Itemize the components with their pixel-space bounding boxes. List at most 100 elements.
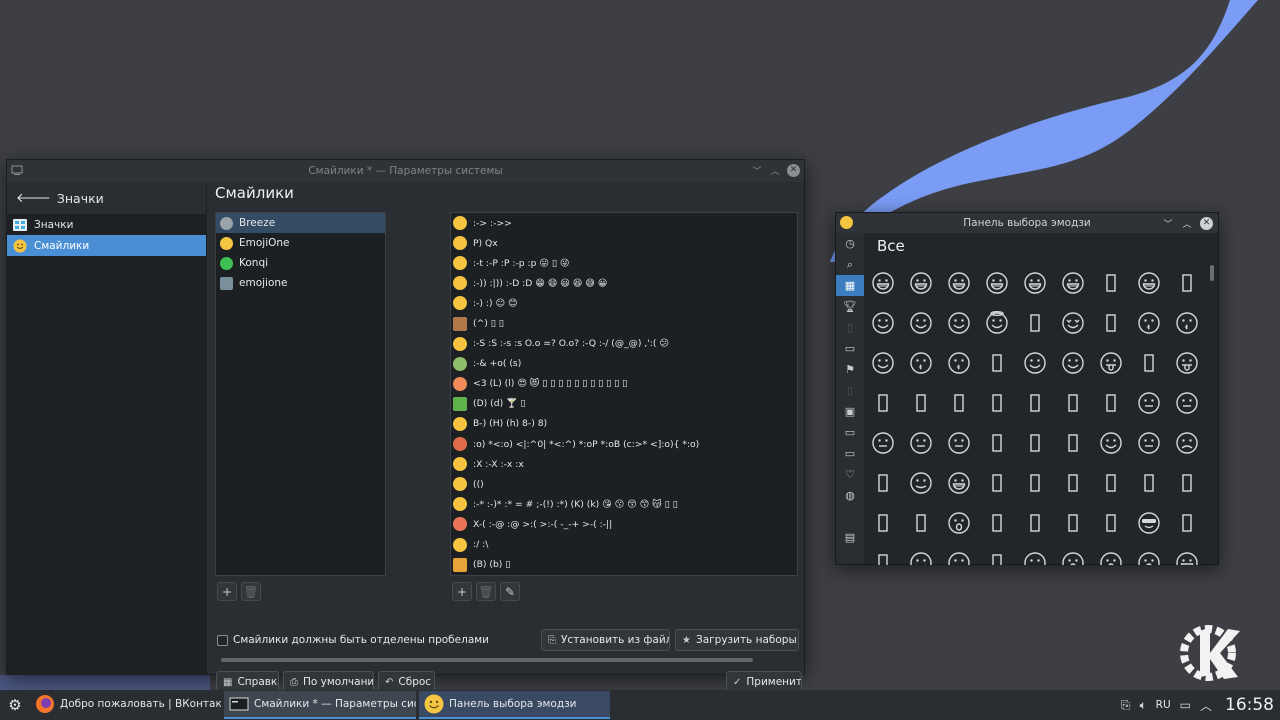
remove-theme-button[interactable]: 🗑 [241, 582, 261, 601]
emoji-cell[interactable] [940, 263, 978, 303]
emoticon-row[interactable]: P) Qx [451, 233, 797, 253]
download-themes-button[interactable]: ★ Загрузить наборы смайликов [675, 629, 799, 651]
emoticon-row[interactable]: :-> :->> [451, 213, 797, 233]
document-icon[interactable]: ▯ [836, 317, 864, 338]
emoji-cell[interactable] [1168, 463, 1206, 503]
folder-icon[interactable]: ▭ [836, 422, 864, 443]
emoji-cell[interactable] [1054, 383, 1092, 423]
emoji-scrollbar[interactable] [1210, 265, 1214, 281]
maximize-button[interactable]: ︿ [769, 163, 781, 177]
emoji-cell[interactable] [940, 423, 978, 463]
emoji-cell[interactable] [1092, 383, 1130, 423]
emoji-cell[interactable] [1130, 423, 1168, 463]
heart-icon[interactable]: ♡ [836, 464, 864, 485]
emoji-cell[interactable] [902, 303, 940, 343]
folder-icon[interactable]: ▭ [836, 443, 864, 464]
close-button[interactable]: ✕ [1200, 216, 1213, 230]
document-icon[interactable]: ▯ [836, 380, 864, 401]
emoji-cell[interactable] [1016, 543, 1054, 565]
emoticon-row[interactable]: B-) (H) (h) 8-) 8) [451, 414, 797, 434]
volume-icon[interactable]: 🔈︎ [1139, 698, 1146, 713]
emoji-cell[interactable] [978, 503, 1016, 543]
grid-icon[interactable]: ▣ [836, 401, 864, 422]
emoticon-row[interactable]: (() [451, 474, 797, 494]
theme-item-emojione-lower[interactable]: emojione [216, 273, 385, 293]
emoji-cell[interactable] [864, 343, 902, 383]
task-settings[interactable]: Смайлики * — Параметры системы [224, 691, 416, 719]
emoji-cell[interactable] [1092, 463, 1130, 503]
emoji-cell[interactable] [1054, 263, 1092, 303]
emoji-cell[interactable] [978, 423, 1016, 463]
trophy-icon[interactable]: 🏆︎ [836, 296, 864, 317]
emoticon-row[interactable]: :-& +o( (s) [451, 354, 797, 374]
maximize-button[interactable]: ︿ [1181, 216, 1193, 230]
themes-list[interactable]: Breeze EmojiOne Konqi emojione [215, 212, 386, 576]
sidebar-item-emoticons[interactable]: Смайлики [7, 235, 206, 256]
emoji-cell[interactable] [1130, 263, 1168, 303]
emoticon-row[interactable]: X-( :-@ :@ >:( >:-( -_-+ >-( :-|| [451, 514, 797, 534]
theme-item-emojione[interactable]: EmojiOne [216, 233, 385, 253]
emoji-cell[interactable] [940, 383, 978, 423]
emoji-cell[interactable] [1168, 303, 1206, 343]
emoji-cell[interactable] [902, 343, 940, 383]
emoticon-row[interactable]: (B) (b) ▯ [451, 555, 797, 575]
minimize-button[interactable]: ﹀ [1162, 216, 1174, 230]
emoji-cell[interactable] [1016, 263, 1054, 303]
emoticon-row[interactable]: (^) ▯ ▯ [451, 313, 797, 333]
emoji-cell[interactable] [1016, 383, 1054, 423]
emoji-cell[interactable] [1092, 303, 1130, 343]
emoji-cell[interactable] [1168, 343, 1206, 383]
emoji-cell[interactable] [1092, 343, 1130, 383]
app-launcher-icon[interactable]: ⚙ [0, 690, 30, 720]
search-icon[interactable]: ⌕ [836, 254, 864, 275]
emoji-cell[interactable] [1168, 263, 1206, 303]
emoji-cell[interactable] [864, 423, 902, 463]
horizontal-scrollbar[interactable] [221, 658, 753, 662]
emoji-cell[interactable] [1168, 383, 1206, 423]
emoji-cell[interactable] [978, 383, 1016, 423]
edit-emoticon-button[interactable]: ✎ [500, 582, 520, 601]
emoji-cell[interactable] [1016, 503, 1054, 543]
task-emoji-picker[interactable]: Панель выбора эмодзи [419, 691, 610, 719]
emoticons-list[interactable]: :-> :->> P) Qx :-t :-P :P :-p :p 😛 ▯ 😜 :… [450, 212, 798, 576]
emoticon-row[interactable]: :o) *<:o) <|:^0| *<:^) *:oP *:oB (c:>* <… [451, 434, 797, 454]
tray-expand-icon[interactable]: ︿ [1200, 697, 1212, 714]
spaces-checkbox[interactable] [217, 634, 228, 646]
spaces-checkbox-row[interactable]: Смайлики должны быть отделены пробелами [217, 634, 489, 646]
emoji-cell[interactable] [1016, 463, 1054, 503]
emoticon-row[interactable]: (D) (d) 🍸 ▯ [451, 394, 797, 414]
emoji-cell[interactable] [902, 543, 940, 565]
flag-icon[interactable]: ⚑ [836, 359, 864, 380]
emoji-cell[interactable] [864, 303, 902, 343]
emoji-cell[interactable] [902, 503, 940, 543]
emoji-cell[interactable] [1168, 423, 1206, 463]
emoticon-row[interactable]: :-t :-P :P :-p :p 😛 ▯ 😜 [451, 253, 797, 273]
all-icon[interactable]: ▦ [836, 275, 864, 296]
emoji-cell[interactable] [864, 383, 902, 423]
clock[interactable]: 16:58 [1225, 695, 1274, 715]
add-theme-button[interactable]: + [217, 582, 237, 601]
emoticon-row[interactable]: :/ :\ [451, 535, 797, 555]
emoji-cell[interactable] [1054, 423, 1092, 463]
emoji-cell[interactable] [902, 423, 940, 463]
emoji-cell[interactable] [1054, 303, 1092, 343]
emoji-cell[interactable] [940, 343, 978, 383]
emoji-cell[interactable] [864, 263, 902, 303]
emoji-cell[interactable] [1168, 543, 1206, 565]
settings-titlebar[interactable]: Смайлики * — Параметры системы ﹀ ︿ ✕ [7, 160, 804, 182]
emoji-cell[interactable] [1054, 343, 1092, 383]
emoji-cell[interactable] [1054, 543, 1092, 565]
emoji-cell[interactable] [1092, 263, 1130, 303]
globe-icon[interactable]: ◍ [836, 485, 864, 506]
emoji-cell[interactable] [1016, 303, 1054, 343]
add-emoticon-button[interactable]: + [452, 582, 472, 601]
minimize-button[interactable]: ﹀ [751, 163, 763, 177]
display-icon[interactable]: ▭ [1180, 698, 1191, 712]
remove-emoticon-button[interactable]: 🗑 [476, 582, 496, 601]
keyboard-layout[interactable]: RU [1156, 699, 1171, 711]
emoji-cell[interactable] [1016, 423, 1054, 463]
emoji-cell[interactable] [978, 263, 1016, 303]
emoji-cell[interactable] [864, 463, 902, 503]
install-from-file-button[interactable]: ⎘ Установить из файла... [541, 629, 670, 651]
clipboard-icon[interactable]: ⎘ [1121, 698, 1131, 713]
